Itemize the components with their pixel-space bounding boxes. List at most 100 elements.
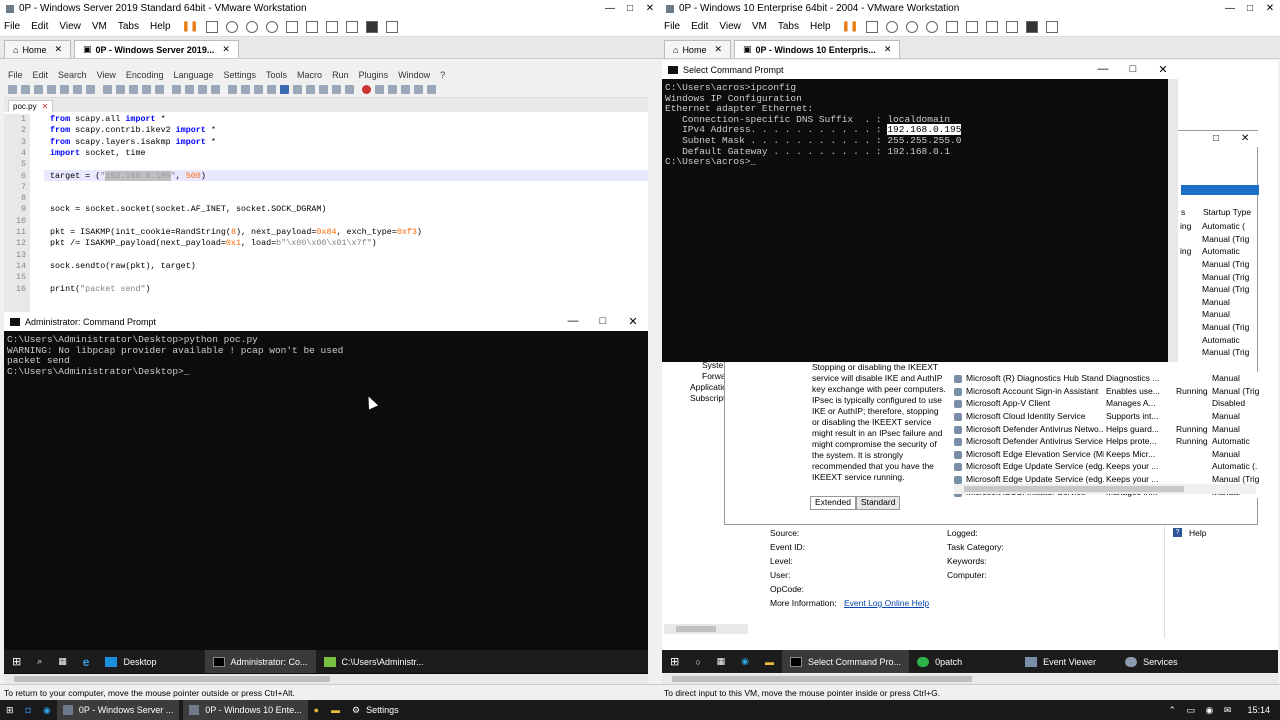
replace-icon[interactable] xyxy=(185,85,194,94)
close-tab-icon[interactable]: ✕ xyxy=(884,44,892,55)
menu-help[interactable]: Help xyxy=(810,21,831,32)
menu-edit[interactable]: Edit xyxy=(691,21,708,32)
stretch-icon[interactable] xyxy=(1046,20,1059,33)
snapshot-manager-icon[interactable] xyxy=(926,20,939,33)
help-action[interactable]: Help xyxy=(1189,528,1206,538)
library-icon[interactable] xyxy=(286,20,299,33)
minimize-button[interactable]: — xyxy=(558,315,588,328)
host-outlook-button[interactable]: ◘ xyxy=(20,700,37,720)
tab-home[interactable]: ⌂ Home ✕ xyxy=(4,40,71,58)
paste-icon[interactable] xyxy=(129,85,138,94)
column-startup-type[interactable]: Startup Type xyxy=(1203,207,1251,217)
edge-button[interactable]: ◉ xyxy=(733,650,757,673)
file-tab-poc[interactable]: poc.py ✕ xyxy=(8,100,54,112)
menu-edit[interactable]: Edit xyxy=(31,21,48,32)
title-bar[interactable]: 0P - Windows Server 2019 Standard 64bit … xyxy=(0,0,660,17)
close-tab-icon[interactable]: ✕ xyxy=(42,102,49,111)
send-ctrl-alt-del-icon[interactable] xyxy=(206,20,219,33)
undo-icon[interactable] xyxy=(142,85,151,94)
find-icon[interactable] xyxy=(172,85,181,94)
stretch-icon[interactable] xyxy=(386,20,399,33)
all-chars-icon[interactable] xyxy=(267,85,276,94)
record-macro-icon[interactable] xyxy=(362,85,371,94)
table-row[interactable]: Microsoft Edge Elevation Service (Mi... K… xyxy=(952,448,1262,461)
task-view-button[interactable]: ▦ xyxy=(50,650,75,673)
cut-icon[interactable] xyxy=(103,85,112,94)
open-file-icon[interactable] xyxy=(21,85,30,94)
menu-tabs[interactable]: Tabs xyxy=(118,21,139,32)
menu-file[interactable]: File xyxy=(4,21,20,32)
host-start-button[interactable]: ⊞ xyxy=(0,700,20,720)
tab-home[interactable]: ⌂ Home ✕ xyxy=(664,40,731,58)
table-row[interactable]: Microsoft Edge Update Service (edg... Kee… xyxy=(952,460,1262,473)
fullscreen-icon[interactable] xyxy=(986,20,999,33)
zoom-in-icon[interactable] xyxy=(198,85,207,94)
select-command-prompt[interactable]: Select Command Prompt — □ ✕ C:\Users\acros… xyxy=(662,60,1178,362)
save-icon[interactable] xyxy=(34,85,43,94)
host-task-vm1[interactable]: 0P - Windows Server ... xyxy=(56,700,180,720)
tab-extended[interactable]: Extended xyxy=(810,496,856,510)
table-row[interactable]: Automatic xyxy=(1180,333,1250,346)
tree-item-applications[interactable]: Applicatio xyxy=(690,382,727,392)
revert-snapshot-icon[interactable] xyxy=(906,20,919,33)
host-edge-button[interactable]: ◉ xyxy=(37,700,57,720)
table-row[interactable]: Microsoft Cloud Identity Service Supports… xyxy=(952,410,1262,423)
menu-help[interactable]: Help xyxy=(150,21,171,32)
close-tab-icon[interactable]: ✕ xyxy=(714,44,722,55)
maximize-button[interactable]: □ xyxy=(1118,63,1148,76)
snapshot-icon[interactable] xyxy=(886,20,899,33)
redo-icon[interactable] xyxy=(155,85,164,94)
run-macro-icon[interactable] xyxy=(401,85,410,94)
tree-item-forwarded[interactable]: Forwa xyxy=(702,371,726,381)
system-tray-icons[interactable]: ⌃ ▭ ◉ ✉ xyxy=(1169,705,1236,716)
menu-vm[interactable]: VM xyxy=(92,21,107,32)
guest-screen[interactable]: File Edit Search View Encoding Language … xyxy=(4,62,648,674)
udl-icon[interactable] xyxy=(293,85,302,94)
thumbnail-icon[interactable] xyxy=(306,20,319,33)
event-log-help-link[interactable]: Event Log Online Help xyxy=(844,598,929,608)
npp-menu-tools[interactable]: Tools xyxy=(266,70,287,80)
monitor-icon[interactable] xyxy=(345,85,354,94)
close-button[interactable]: ✕ xyxy=(618,315,648,328)
maximize-button[interactable]: □ xyxy=(588,315,618,328)
taskbar-item-cmd[interactable]: Administrator: Co... xyxy=(204,650,316,673)
services-hscroll[interactable] xyxy=(954,484,1256,494)
guest-screen[interactable]: Syste Forwa Applicatio Subscripti Source… xyxy=(662,60,1278,674)
unity-icon[interactable] xyxy=(1006,20,1019,33)
npp-menu-run[interactable]: Run xyxy=(332,70,349,80)
horizontal-scrollbar[interactable] xyxy=(4,674,648,684)
table-row[interactable]: Manual (Trig xyxy=(1180,283,1250,296)
cmd-title-bar[interactable]: Select Command Prompt — □ ✕ xyxy=(662,60,1178,79)
npp-menu-search[interactable]: Search xyxy=(58,70,87,80)
maximize-button[interactable]: □ xyxy=(1213,133,1219,144)
table-row[interactable]: Microsoft Account Sign-in Assistant Enabl… xyxy=(952,385,1262,398)
table-row[interactable]: ing Automatic ( xyxy=(1180,220,1250,233)
taskbar-item-desktop[interactable]: Desktop xyxy=(97,650,164,673)
table-row[interactable]: Manual (Trig xyxy=(1180,258,1250,271)
npp-menu-plugins[interactable]: Plugins xyxy=(359,70,389,80)
npp-menu-window[interactable]: Window xyxy=(398,70,430,80)
table-row[interactable]: Manual (Trig xyxy=(1180,270,1250,283)
minimize-button[interactable]: — xyxy=(1088,63,1118,76)
zoom-out-icon[interactable] xyxy=(211,85,220,94)
taskbar-item-cmd[interactable]: Select Command Pro... xyxy=(782,650,910,673)
new-file-icon[interactable] xyxy=(8,85,17,94)
search-button[interactable]: ⌕ xyxy=(29,650,50,673)
pause-icon[interactable]: ❚❚ xyxy=(182,21,199,32)
snapshot-manager-icon[interactable] xyxy=(266,20,279,33)
unity-icon[interactable] xyxy=(346,20,359,33)
tab-vm[interactable]: ▣ 0P - Windows Server 2019... ✕ xyxy=(74,40,239,58)
fullscreen-icon[interactable] xyxy=(326,20,339,33)
indent-guide-icon[interactable] xyxy=(280,85,289,94)
maximize-button[interactable]: □ xyxy=(1240,3,1260,14)
taskbar-item-0patch[interactable]: 0patch xyxy=(909,650,1017,673)
doc-map-icon[interactable] xyxy=(306,85,315,94)
table-row[interactable]: Microsoft (R) Diagnostics Hub Stand... Di… xyxy=(952,372,1262,385)
npp-menu-macro[interactable]: Macro xyxy=(297,70,322,80)
table-row[interactable]: Manual xyxy=(1180,308,1250,321)
function-list-icon[interactable] xyxy=(319,85,328,94)
npp-menu-edit[interactable]: Edit xyxy=(33,70,49,80)
start-button[interactable]: ⊞ xyxy=(662,650,687,673)
host-app-icon[interactable]: ● xyxy=(308,700,325,720)
word-wrap-icon[interactable] xyxy=(254,85,263,94)
